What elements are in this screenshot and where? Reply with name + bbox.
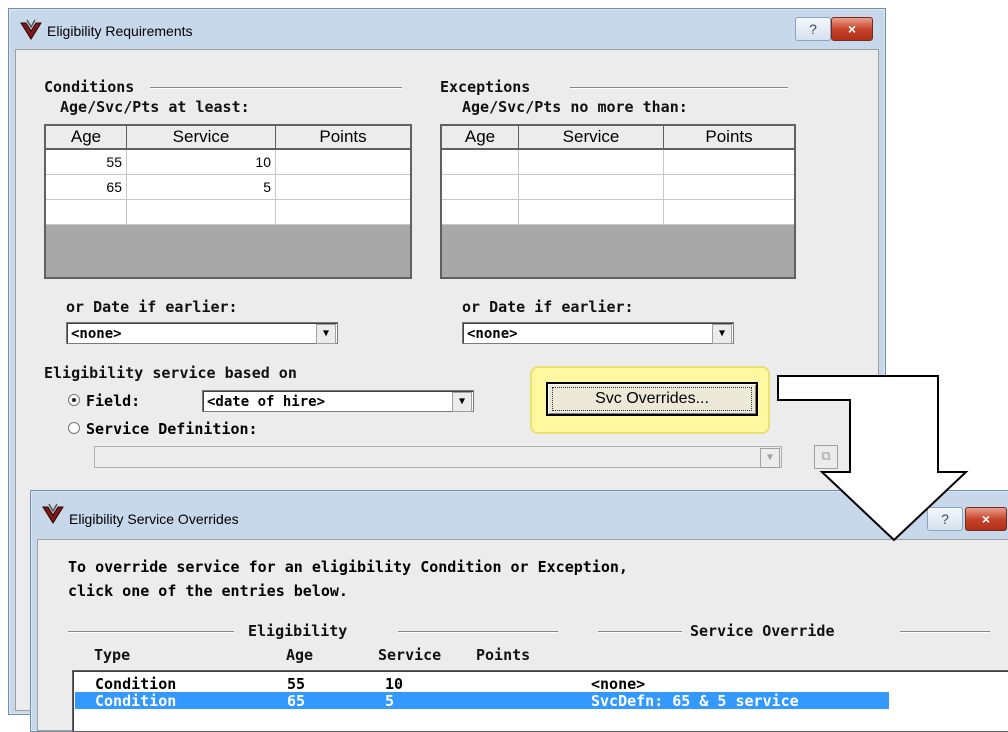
cell-age[interactable]: 65 <box>44 174 127 200</box>
table-row[interactable] <box>440 199 796 225</box>
field-radio[interactable]: Field: <box>68 392 140 410</box>
cell-age[interactable] <box>440 148 519 175</box>
conditions-group-line <box>150 87 402 89</box>
eligibility-group-label: Eligibility <box>248 622 348 640</box>
list-item[interactable]: Condition 55 10 <none> <box>75 675 1008 693</box>
chevron-down-icon[interactable]: ▼ <box>452 392 472 412</box>
instruction-line-2: click one of the entries below. <box>68 582 348 600</box>
column-header-age[interactable]: Age <box>44 124 127 150</box>
column-header-points[interactable]: Points <box>663 124 796 150</box>
cell-age[interactable] <box>44 199 127 225</box>
table-row[interactable]: 55 10 <box>44 148 412 175</box>
conditions-date-value: <none> <box>71 326 122 342</box>
radio-unchecked-icon[interactable] <box>68 422 80 434</box>
close-button[interactable]: × <box>965 507 1007 531</box>
list-item-selected[interactable]: Condition 65 5 SvcDefn: 65 & 5 service <box>75 692 889 710</box>
cell-points[interactable] <box>275 148 412 175</box>
cell-service[interactable] <box>518 148 664 175</box>
overrides-client-area: To override service for an eligibility C… <box>37 539 1008 732</box>
table-row[interactable] <box>440 148 796 175</box>
row-type: Condition <box>95 692 177 710</box>
exceptions-date-label: or Date if earlier: <box>462 298 634 316</box>
cell-age[interactable]: 55 <box>44 148 127 175</box>
conditions-subtitle: Age/Svc/Pts at least: <box>60 98 250 116</box>
row-service: 10 <box>385 675 404 693</box>
callout-arrow-icon <box>777 375 969 542</box>
column-header-service[interactable]: Service <box>126 124 276 150</box>
window-title: Eligibility Requirements <box>47 23 193 39</box>
chevron-down-icon[interactable]: ▼ <box>316 324 336 344</box>
column-header-points: Points <box>476 646 531 664</box>
exceptions-group-line <box>570 87 788 89</box>
radio-checked-icon[interactable] <box>68 394 80 406</box>
service-definition-radio-label: Service Definition: <box>86 420 258 438</box>
app-logo-icon <box>20 19 42 40</box>
svc-overrides-button-label: Svc Overrides... <box>595 390 709 407</box>
table-empty-area <box>45 224 411 278</box>
conditions-date-select[interactable]: <none> ▼ <box>66 322 338 344</box>
service-override-group-label: Service Override <box>690 622 835 640</box>
column-header-points[interactable]: Points <box>275 124 412 150</box>
cell-service[interactable] <box>126 199 276 225</box>
row-override: <none> <box>591 675 646 693</box>
conditions-group-label: Conditions <box>44 78 135 96</box>
table-row[interactable] <box>44 199 412 225</box>
chevron-down-icon[interactable]: ▼ <box>712 324 732 344</box>
eligibility-group-line-right <box>398 631 558 633</box>
field-select[interactable]: <date of hire> ▼ <box>202 390 474 412</box>
column-header-age[interactable]: Age <box>440 124 519 150</box>
cell-service[interactable] <box>518 174 664 200</box>
cell-points[interactable] <box>275 174 412 200</box>
column-header-age: Age <box>286 646 314 664</box>
row-override: SvcDefn: 65 & 5 service <box>591 692 799 710</box>
column-header-service[interactable]: Service <box>518 124 664 150</box>
override-group-line-left <box>598 631 682 633</box>
cell-age[interactable] <box>440 174 519 200</box>
table-row[interactable] <box>440 174 796 200</box>
exceptions-table[interactable]: Age Service Points <box>440 124 796 279</box>
service-definition-radio[interactable]: Service Definition: <box>68 420 258 438</box>
app-logo-icon <box>42 503 64 524</box>
cell-service[interactable]: 10 <box>126 148 276 175</box>
overrides-list[interactable]: Condition 55 10 <none> Condition 65 5 Sv… <box>72 670 1008 732</box>
exceptions-group-label: Exceptions <box>440 78 531 96</box>
field-radio-label: Field: <box>86 392 141 410</box>
service-basis-label: Eligibility service based on <box>44 364 297 382</box>
exceptions-subtitle: Age/Svc/Pts no more than: <box>462 98 688 116</box>
table-row[interactable]: 65 5 <box>44 174 412 200</box>
column-header-type: Type <box>94 646 131 664</box>
service-definition-select[interactable]: ▼ <box>94 446 782 468</box>
svc-overrides-button[interactable]: Svc Overrides... <box>546 382 758 416</box>
cell-points[interactable] <box>663 174 796 200</box>
row-type: Condition <box>95 675 177 693</box>
cell-points[interactable] <box>663 148 796 175</box>
overrides-window-title: Eligibility Service Overrides <box>69 511 239 527</box>
instruction-line-1: To override service for an eligibility C… <box>68 558 628 576</box>
row-service: 5 <box>385 692 395 710</box>
conditions-table[interactable]: Age Service Points 55 10 65 5 <box>44 124 412 279</box>
cell-service[interactable] <box>518 199 664 225</box>
title-bar: Eligibility Requirements ? × <box>9 9 885 53</box>
field-select-value: <date of hire> <box>207 394 326 410</box>
row-age: 65 <box>287 692 306 710</box>
conditions-date-label: or Date if earlier: <box>66 298 238 316</box>
column-header-service: Service <box>378 646 442 664</box>
exceptions-date-select[interactable]: <none> ▼ <box>462 322 734 344</box>
cell-points[interactable] <box>275 199 412 225</box>
cell-service[interactable]: 5 <box>126 174 276 200</box>
close-button[interactable]: × <box>831 17 873 41</box>
help-button[interactable]: ? <box>795 17 831 41</box>
table-empty-area <box>441 224 795 278</box>
exceptions-date-value: <none> <box>467 326 518 342</box>
eligibility-group-line-left <box>68 631 234 633</box>
cell-age[interactable] <box>440 199 519 225</box>
override-group-line-right <box>900 631 990 633</box>
row-age: 55 <box>287 675 306 693</box>
cell-points[interactable] <box>663 199 796 225</box>
